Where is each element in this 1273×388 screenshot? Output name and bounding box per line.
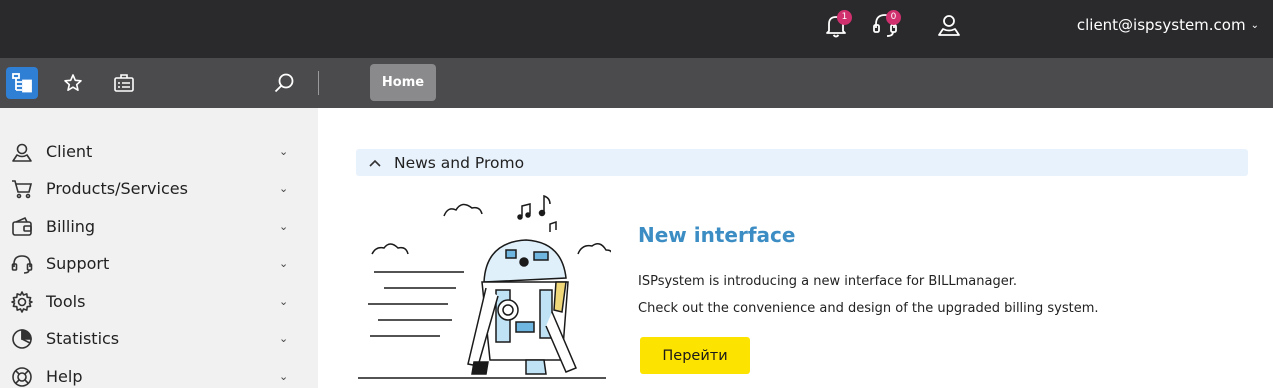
menu-tree-button[interactable]	[6, 67, 38, 99]
chevron-down-icon: ⌄	[1250, 19, 1259, 31]
tree-menu-icon	[12, 73, 32, 93]
gear-icon	[10, 290, 34, 314]
sidebar-item-tools[interactable]: Tools ⌄	[0, 283, 318, 319]
star-icon	[64, 74, 82, 91]
chevron-down-icon: ⌄	[279, 181, 289, 195]
wallet-icon	[10, 215, 34, 239]
clipboard-icon	[114, 74, 134, 92]
user-icon	[10, 140, 34, 164]
chevron-down-icon: ⌄	[279, 219, 289, 233]
favorites-button[interactable]	[57, 67, 89, 99]
sidebar-item-support[interactable]: Support ⌄	[0, 245, 318, 281]
top-bar: 1 0 client@ispsystem.com ⌄	[0, 0, 1273, 58]
sidebar-item-label: Tools	[46, 291, 86, 311]
main-content: News and Promo New interface ISPsystem i…	[318, 108, 1273, 388]
toolbar-divider	[318, 71, 319, 95]
sidebar-item-billing[interactable]: Billing ⌄	[0, 208, 318, 244]
search-icon	[274, 73, 294, 93]
support-badge: 0	[886, 10, 901, 25]
chevron-down-icon: ⌄	[279, 144, 289, 158]
sidebar-item-label: Billing	[46, 216, 96, 236]
sidebar-item-statistics[interactable]: Statistics ⌄	[0, 320, 318, 356]
sidebar-item-client[interactable]: Client ⌄	[0, 133, 318, 169]
toolbar: Home	[0, 58, 1273, 108]
search-button[interactable]	[268, 67, 300, 99]
promo-title: New interface	[638, 223, 796, 247]
chevron-down-icon: ⌄	[279, 256, 289, 270]
support-tickets-icon[interactable]: 0	[871, 10, 901, 40]
sidebar: Client ⌄ Products/Services ⌄ Billing ⌄ S…	[0, 108, 318, 388]
user-menu[interactable]: client@ispsystem.com ⌄	[1077, 16, 1259, 34]
news-promo-header[interactable]: News and Promo	[356, 149, 1248, 176]
headset-icon	[10, 252, 34, 276]
profile-icon[interactable]	[935, 10, 963, 40]
sidebar-item-label: Help	[46, 366, 83, 386]
promo-text-line-2: Check out the convenience and design of …	[638, 301, 1099, 316]
chevron-down-icon: ⌄	[279, 369, 289, 383]
chevron-down-icon: ⌄	[279, 331, 289, 345]
chevron-up-icon	[369, 159, 381, 167]
section-title: News and Promo	[394, 153, 525, 172]
promo-text-line-1: ISPsystem is introducing a new interface…	[638, 274, 1018, 289]
sidebar-item-label: Support	[46, 253, 110, 273]
pie-chart-icon	[10, 327, 34, 351]
cart-icon	[10, 177, 34, 201]
chevron-down-icon: ⌄	[279, 294, 289, 308]
lifebuoy-icon	[10, 365, 34, 388]
sidebar-item-label: Products/Services	[46, 178, 188, 198]
user-email: client@ispsystem.com	[1076, 16, 1246, 34]
notifications-bell-icon[interactable]: 1	[822, 10, 852, 40]
clipboard-button[interactable]	[108, 67, 140, 99]
tab-home[interactable]: Home	[370, 64, 436, 101]
promo-go-button[interactable]: Перейти	[640, 337, 750, 374]
sidebar-item-label: Client	[46, 141, 93, 161]
sidebar-item-help[interactable]: Help ⌄	[0, 358, 318, 388]
sidebar-item-products-services[interactable]: Products/Services ⌄	[0, 170, 318, 206]
notifications-badge: 1	[837, 10, 852, 25]
robot-illustration	[358, 194, 611, 379]
sidebar-item-label: Statistics	[46, 328, 120, 348]
